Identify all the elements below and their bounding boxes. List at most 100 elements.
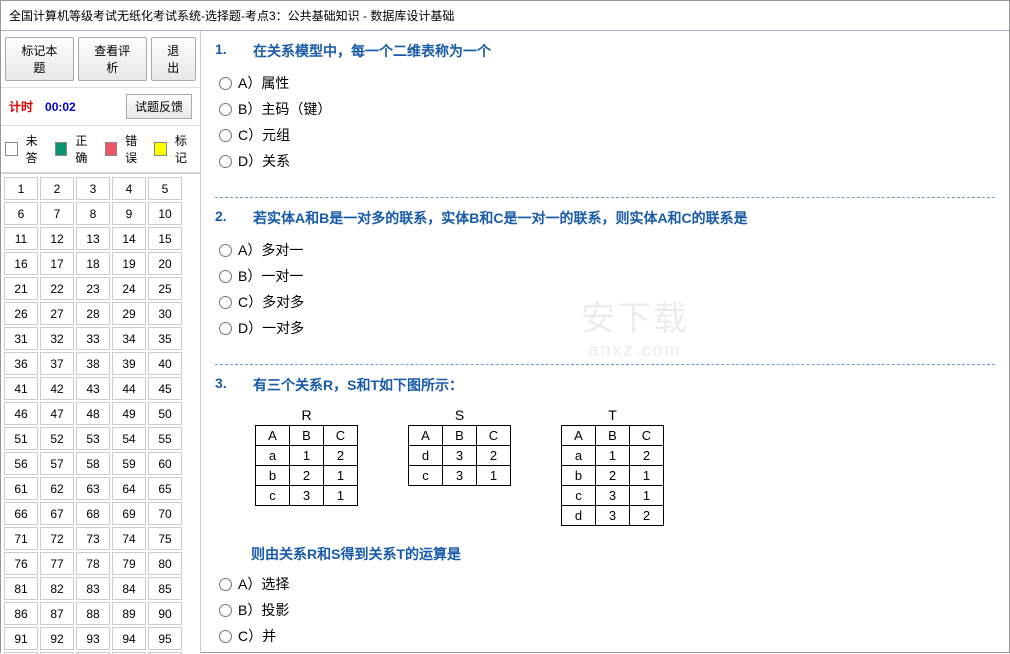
question-nav-92[interactable]: 92 [40, 627, 74, 650]
question-nav-24[interactable]: 24 [112, 277, 146, 300]
question-nav-65[interactable]: 65 [148, 477, 182, 500]
question-nav-66[interactable]: 66 [4, 502, 38, 525]
question-nav-50[interactable]: 50 [148, 402, 182, 425]
question-nav-38[interactable]: 38 [76, 352, 110, 375]
question-nav-39[interactable]: 39 [112, 352, 146, 375]
question-nav-6[interactable]: 6 [4, 202, 38, 225]
question-nav-46[interactable]: 46 [4, 402, 38, 425]
question-nav-23[interactable]: 23 [76, 277, 110, 300]
question-nav-21[interactable]: 21 [4, 277, 38, 300]
question-nav-88[interactable]: 88 [76, 602, 110, 625]
option-radio[interactable] [219, 155, 232, 168]
question-nav-68[interactable]: 68 [76, 502, 110, 525]
question-nav-26[interactable]: 26 [4, 302, 38, 325]
option-radio[interactable] [219, 129, 232, 142]
question-nav-35[interactable]: 35 [148, 327, 182, 350]
question-nav-8[interactable]: 8 [76, 202, 110, 225]
question-nav-89[interactable]: 89 [112, 602, 146, 625]
question-nav-80[interactable]: 80 [148, 552, 182, 575]
question-nav-10[interactable]: 10 [148, 202, 182, 225]
option-B[interactable]: B）一对一 [219, 266, 995, 286]
question-nav-53[interactable]: 53 [76, 427, 110, 450]
question-nav-11[interactable]: 11 [4, 227, 38, 250]
question-nav-41[interactable]: 41 [4, 377, 38, 400]
question-nav-4[interactable]: 4 [112, 177, 146, 200]
question-nav-2[interactable]: 2 [40, 177, 74, 200]
option-radio[interactable] [219, 77, 232, 90]
option-radio[interactable] [219, 630, 232, 643]
option-radio[interactable] [219, 578, 232, 591]
question-nav-82[interactable]: 82 [40, 577, 74, 600]
question-nav-84[interactable]: 84 [112, 577, 146, 600]
question-nav-63[interactable]: 63 [76, 477, 110, 500]
question-nav-52[interactable]: 52 [40, 427, 74, 450]
option-radio[interactable] [219, 244, 232, 257]
question-nav-16[interactable]: 16 [4, 252, 38, 275]
question-nav-27[interactable]: 27 [40, 302, 74, 325]
question-nav-1[interactable]: 1 [4, 177, 38, 200]
question-nav-37[interactable]: 37 [40, 352, 74, 375]
option-D[interactable]: D）关系 [219, 151, 995, 171]
question-nav-44[interactable]: 44 [112, 377, 146, 400]
question-nav-54[interactable]: 54 [112, 427, 146, 450]
question-nav-45[interactable]: 45 [148, 377, 182, 400]
question-nav-62[interactable]: 62 [40, 477, 74, 500]
question-nav-47[interactable]: 47 [40, 402, 74, 425]
question-nav-43[interactable]: 43 [76, 377, 110, 400]
question-nav-33[interactable]: 33 [76, 327, 110, 350]
option-A[interactable]: A）属性 [219, 73, 995, 93]
question-nav-30[interactable]: 30 [148, 302, 182, 325]
review-button[interactable]: 查看评析 [78, 37, 147, 81]
question-nav-5[interactable]: 5 [148, 177, 182, 200]
question-nav-75[interactable]: 75 [148, 527, 182, 550]
question-nav-55[interactable]: 55 [148, 427, 182, 450]
option-C[interactable]: C）元组 [219, 125, 995, 145]
question-nav-49[interactable]: 49 [112, 402, 146, 425]
question-nav-71[interactable]: 71 [4, 527, 38, 550]
question-nav-13[interactable]: 13 [76, 227, 110, 250]
option-radio[interactable] [219, 322, 232, 335]
question-panel[interactable]: 安下载 anxz.com 1.在关系模型中，每一个二维表称为一个A）属性B）主码… [201, 31, 1009, 654]
mark-button[interactable]: 标记本题 [5, 37, 74, 81]
question-nav-42[interactable]: 42 [40, 377, 74, 400]
question-nav-72[interactable]: 72 [40, 527, 74, 550]
question-nav-28[interactable]: 28 [76, 302, 110, 325]
question-nav-59[interactable]: 59 [112, 452, 146, 475]
question-nav-25[interactable]: 25 [148, 277, 182, 300]
option-radio[interactable] [219, 270, 232, 283]
question-nav-85[interactable]: 85 [148, 577, 182, 600]
option-A[interactable]: A）选择 [219, 574, 995, 594]
option-D[interactable]: D）一对多 [219, 318, 995, 338]
question-nav-3[interactable]: 3 [76, 177, 110, 200]
question-nav-18[interactable]: 18 [76, 252, 110, 275]
question-nav-57[interactable]: 57 [40, 452, 74, 475]
question-nav-83[interactable]: 83 [76, 577, 110, 600]
option-radio[interactable] [219, 103, 232, 116]
question-nav-19[interactable]: 19 [112, 252, 146, 275]
question-nav-79[interactable]: 79 [112, 552, 146, 575]
question-nav-15[interactable]: 15 [148, 227, 182, 250]
question-nav-20[interactable]: 20 [148, 252, 182, 275]
question-nav-22[interactable]: 22 [40, 277, 74, 300]
question-nav-76[interactable]: 76 [4, 552, 38, 575]
option-C[interactable]: C）并 [219, 626, 995, 646]
question-nav-17[interactable]: 17 [40, 252, 74, 275]
question-nav-32[interactable]: 32 [40, 327, 74, 350]
question-nav-51[interactable]: 51 [4, 427, 38, 450]
question-nav-58[interactable]: 58 [76, 452, 110, 475]
question-nav-31[interactable]: 31 [4, 327, 38, 350]
question-nav-14[interactable]: 14 [112, 227, 146, 250]
question-nav-40[interactable]: 40 [148, 352, 182, 375]
question-nav-95[interactable]: 95 [148, 627, 182, 650]
question-nav-61[interactable]: 61 [4, 477, 38, 500]
question-nav-34[interactable]: 34 [112, 327, 146, 350]
question-nav-67[interactable]: 67 [40, 502, 74, 525]
question-nav-73[interactable]: 73 [76, 527, 110, 550]
exit-button[interactable]: 退出 [151, 37, 196, 81]
option-radio[interactable] [219, 604, 232, 617]
question-nav-87[interactable]: 87 [40, 602, 74, 625]
question-nav-91[interactable]: 91 [4, 627, 38, 650]
option-B[interactable]: B）投影 [219, 600, 995, 620]
question-nav-60[interactable]: 60 [148, 452, 182, 475]
question-nav-77[interactable]: 77 [40, 552, 74, 575]
